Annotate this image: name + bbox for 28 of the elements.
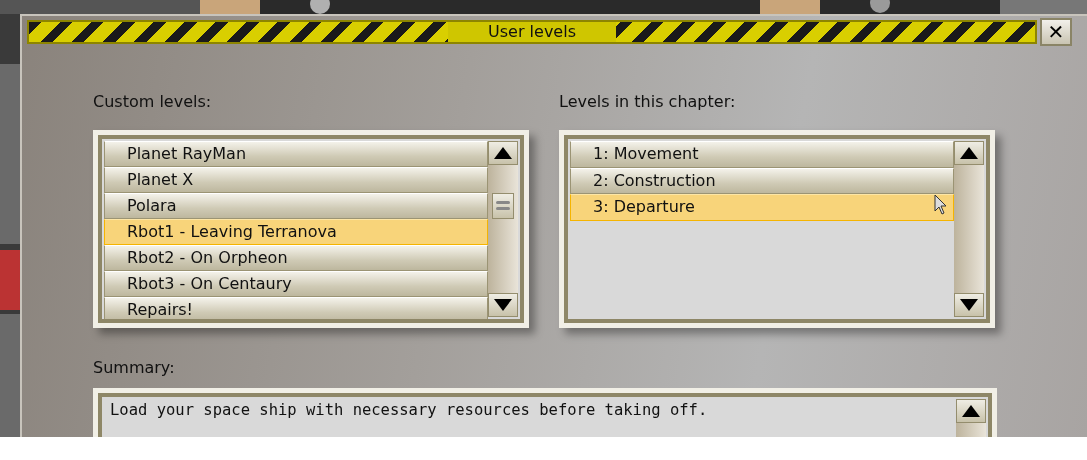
list-item[interactable]: 1: Movement: [570, 141, 954, 168]
list-item[interactable]: Planet X: [104, 167, 488, 193]
close-button[interactable]: ✕: [1040, 18, 1072, 46]
up-arrow-icon: [493, 146, 513, 160]
down-arrow-icon: [959, 298, 979, 312]
window-title: User levels: [448, 22, 616, 42]
scroll-down-button[interactable]: [488, 293, 518, 317]
up-arrow-icon: [959, 146, 979, 160]
grip-icon: [496, 200, 510, 212]
list-item[interactable]: Rbot2 - On Orpheon: [104, 245, 488, 271]
list-item[interactable]: Rbot1 - Leaving Terranova: [104, 219, 488, 245]
list-item[interactable]: 3: Departure: [570, 194, 954, 221]
list-item[interactable]: Polara: [104, 193, 488, 219]
scroll-up-button[interactable]: [954, 141, 984, 165]
list-item[interactable]: Planet RayMan: [104, 141, 488, 167]
list-item[interactable]: Rbot3 - On Centaury: [104, 271, 488, 297]
list-label: Levels in this chapter:: [559, 91, 737, 113]
pointer-icon: [934, 194, 948, 216]
scroll-up-button[interactable]: [488, 141, 518, 165]
scroll-down-button[interactable]: [954, 293, 984, 317]
list-label: Custom levels:: [93, 91, 213, 113]
down-arrow-icon: [493, 298, 513, 312]
summary-label: Summary:: [93, 357, 176, 379]
scroll-up-button[interactable]: [956, 399, 986, 423]
up-arrow-icon: [961, 404, 981, 418]
list-item[interactable]: 2: Construction: [570, 167, 954, 194]
scroll-thumb[interactable]: [492, 193, 514, 219]
summary-text: Load your space ship with necessary resources before taking off.: [110, 400, 709, 421]
